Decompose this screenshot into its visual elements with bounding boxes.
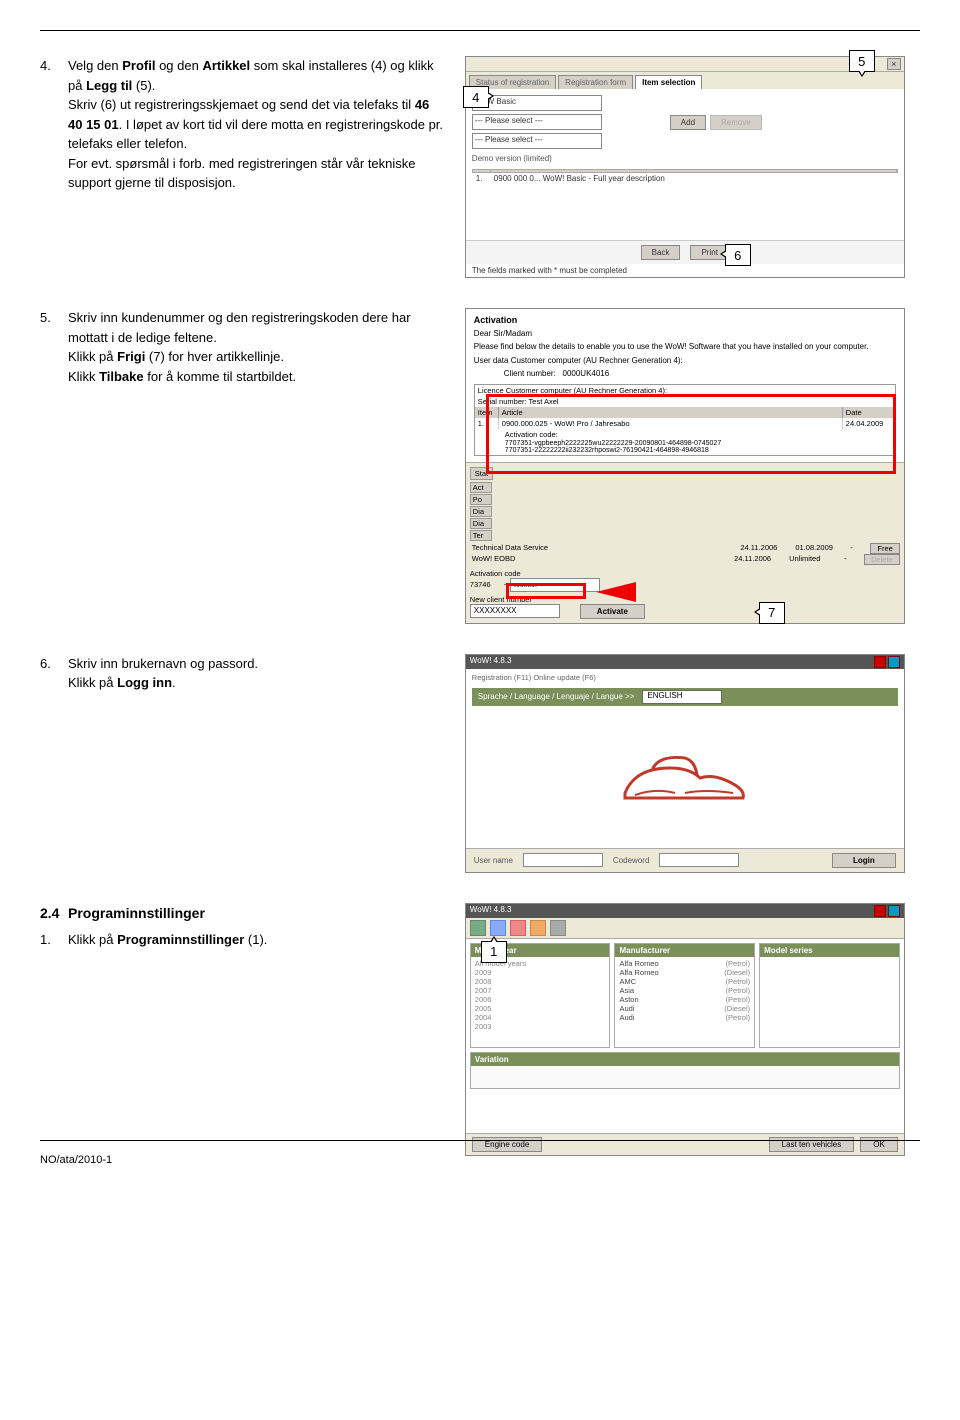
- section-heading: Programinnstillinger: [68, 905, 205, 921]
- window-icon[interactable]: [874, 656, 886, 668]
- page-footer: NO/ata/2010-1: [40, 1154, 112, 1166]
- free-button[interactable]: Free: [870, 543, 899, 554]
- language-select[interactable]: ENGLISH: [642, 690, 722, 704]
- step-5-text: Skriv inn kundenummer og den registrerin…: [68, 308, 445, 386]
- password-input[interactable]: [659, 853, 739, 867]
- language-label: Sprache / Language / Lenguaje / Langue >…: [478, 692, 635, 701]
- variation-list[interactable]: [471, 1066, 899, 1088]
- add-button[interactable]: Add: [670, 115, 706, 130]
- red-arrow-icon: [586, 582, 636, 602]
- step-4-section: 4. Velg den Profil og den Artikkel som s…: [40, 56, 920, 278]
- toolbar-icon-3[interactable]: [510, 920, 526, 936]
- client-number-input[interactable]: XXXXXXXX: [470, 604, 560, 618]
- callout-4: 4: [463, 86, 489, 108]
- step-number: 5.: [40, 308, 68, 386]
- toolbar-icon-4[interactable]: [530, 920, 546, 936]
- callout-6: 6: [725, 244, 751, 266]
- article-select[interactable]: --- Please select ---: [472, 114, 602, 130]
- step-5-section: 5. Skriv inn kundenummer og den registre…: [40, 308, 920, 624]
- toolbar-icon-1[interactable]: [470, 920, 486, 936]
- bottom-rule: [40, 1140, 920, 1141]
- tab-reg-form[interactable]: Registration form: [558, 75, 633, 89]
- password-label: Codeword: [613, 856, 649, 865]
- step-24-1-text: Klikk på Programinnstillinger (1).: [68, 930, 445, 950]
- toolbar-icon-5[interactable]: [550, 920, 566, 936]
- col-manufacturer: Manufacturer: [615, 944, 754, 957]
- select-3[interactable]: --- Please select ---: [472, 133, 602, 149]
- col-variation: Variation: [471, 1053, 899, 1066]
- callout-7: 7: [759, 602, 785, 624]
- section-2-4: 2.4Programinnstillinger 1. Klikk på Prog…: [40, 903, 920, 1156]
- manufacturer-list[interactable]: Alfa Romeo(Petrol) Alfa Romeo(Diesel) AM…: [615, 957, 754, 1047]
- required-note: The fields marked with * must be complet…: [466, 264, 904, 277]
- username-label: User name: [474, 856, 513, 865]
- step-4-text: Velg den Profil og den Artikkel som skal…: [68, 56, 445, 193]
- step-number: 6.: [40, 654, 68, 693]
- step-6-text: Skriv inn brukernavn og passord. Klikk p…: [68, 654, 445, 693]
- screenshot-settings: WoW! 4.8.3 Model year All model years 20…: [465, 903, 905, 1156]
- username-input[interactable]: [523, 853, 603, 867]
- car-logo-icon: [615, 743, 755, 813]
- help-icon[interactable]: [888, 905, 900, 917]
- screenshot-login: WoW! 4.8.3 Registration (F11) Online upd…: [465, 654, 905, 873]
- demo-label: Demo version (limited): [472, 152, 898, 165]
- callout-5: 5: [849, 50, 875, 72]
- article-header: [491, 170, 897, 172]
- activation-title: Activation: [474, 315, 896, 325]
- highlight-box-input: [506, 583, 586, 599]
- screenshot-activation: Activation Dear Sir/Madam Please find be…: [465, 308, 905, 624]
- highlight-box-top: [486, 394, 896, 474]
- top-rule: [40, 30, 920, 31]
- window-icon[interactable]: [874, 905, 886, 917]
- step-number: 4.: [40, 56, 68, 193]
- close-icon[interactable]: ×: [887, 58, 901, 70]
- step-number: 1.: [40, 930, 68, 950]
- back-button[interactable]: Back: [641, 245, 681, 260]
- step-6-section: 6. Skriv inn brukernavn og passord. Klik…: [40, 654, 920, 873]
- callout-1: 1: [481, 941, 507, 963]
- model-year-list[interactable]: All model years 2009 2008 2007 2006 2005…: [471, 957, 610, 1047]
- login-button[interactable]: Login: [832, 853, 896, 868]
- screenshot-item-selection: × Status of registration Registration fo…: [465, 56, 905, 278]
- delete-button[interactable]: Delete: [864, 554, 900, 565]
- remove-button[interactable]: Remove: [710, 115, 762, 130]
- breadcrumb: Registration (F11) Online update (F6): [466, 669, 904, 686]
- help-icon[interactable]: [888, 656, 900, 668]
- activate-button[interactable]: Activate: [580, 604, 645, 619]
- model-series-list[interactable]: [760, 957, 899, 1047]
- tab-item-selection[interactable]: Item selection: [635, 75, 702, 89]
- col-model-series: Model series: [760, 944, 899, 957]
